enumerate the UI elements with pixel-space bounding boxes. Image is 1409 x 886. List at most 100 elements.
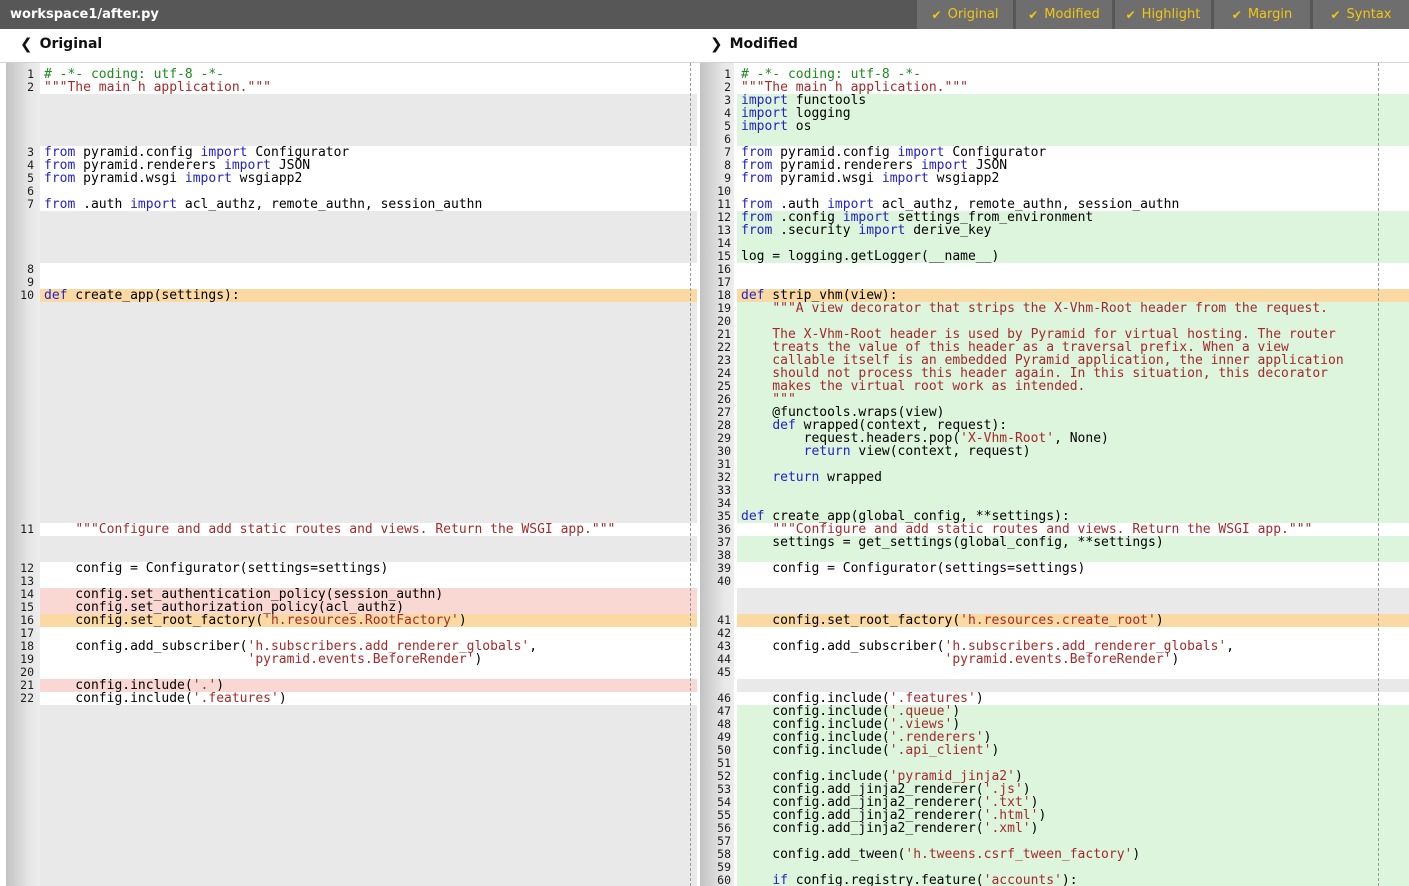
code-text[interactable]: config.add_subscriber('h.subscribers.add… [737,640,1409,653]
code-text[interactable] [40,185,697,198]
code-text[interactable]: config.add_jinja2_renderer('.xml') [737,822,1409,835]
code-text[interactable]: config = Configurator(settings=settings) [40,562,697,575]
code-text[interactable] [737,575,1409,588]
code-text[interactable]: config.add_jinja2_renderer('.html') [737,809,1409,822]
alignment-filler [40,367,697,380]
code-text[interactable]: treats the value of this header as a tra… [737,341,1409,354]
code-text[interactable]: makes the virtual root work as intended. [737,380,1409,393]
code-text[interactable]: def create_app(settings): [40,289,697,302]
code-text[interactable]: should not process this header again. In… [737,367,1409,380]
code-text[interactable]: """ [737,393,1409,406]
code-text[interactable] [40,666,697,679]
code-text[interactable]: """Configure and add static routes and v… [40,523,697,536]
code-text[interactable] [40,263,697,276]
toggle-original-button[interactable]: ✔ Original [917,0,1013,29]
code-text[interactable]: """The main h application.""" [737,81,1409,94]
code-text[interactable]: if config.registry.feature('accounts'): [737,874,1409,886]
toggle-syntax-button[interactable]: ✔ Syntax [1313,0,1409,29]
code-text[interactable]: return wrapped [737,471,1409,484]
code-text[interactable] [737,627,1409,640]
code-text[interactable]: import functools [737,94,1409,107]
code-line: 20 [697,315,1409,328]
code-text[interactable]: config.include('.views') [737,718,1409,731]
code-text[interactable]: def create_app(global_config, **settings… [737,510,1409,523]
code-text[interactable]: config.add_jinja2_renderer('.js') [737,783,1409,796]
code-text[interactable] [737,133,1409,146]
code-text[interactable] [737,549,1409,562]
code-text[interactable]: from pyramid.renderers import JSON [40,159,697,172]
code-text[interactable]: from pyramid.config import Configurator [40,146,697,159]
code-text[interactable] [737,666,1409,679]
code-text[interactable]: config.add_jinja2_renderer('.txt') [737,796,1409,809]
line-number [0,393,40,406]
code-text[interactable]: """A view decorator that strips the X-Vh… [737,302,1409,315]
code-text[interactable]: config.set_authentication_policy(session… [40,588,697,601]
code-text[interactable]: @functools.wraps(view) [737,406,1409,419]
code-text[interactable] [737,237,1409,250]
code-text[interactable]: 'pyramid.events.BeforeRender') [737,653,1409,666]
code-text[interactable]: """Configure and add static routes and v… [737,523,1409,536]
code-text[interactable]: return view(context, request) [737,445,1409,458]
code-text[interactable] [737,757,1409,770]
code-line: 14 [697,237,1409,250]
code-text[interactable]: from .auth import acl_authz, remote_auth… [737,198,1409,211]
code-text[interactable]: from .config import settings_from_enviro… [737,211,1409,224]
code-text[interactable]: import logging [737,107,1409,120]
code-line: 60 if config.registry.feature('accounts'… [697,874,1409,886]
code-text[interactable] [737,497,1409,510]
code-text[interactable]: from pyramid.wsgi import wsgiapp2 [40,172,697,185]
code-text[interactable] [737,835,1409,848]
code-text[interactable]: def wrapped(context, request): [737,419,1409,432]
code-text[interactable] [737,263,1409,276]
code-text[interactable]: config.include('pyramid_jinja2') [737,770,1409,783]
code-text[interactable]: # -*- coding: utf-8 -*- [40,68,697,81]
code-text[interactable] [737,315,1409,328]
filler-row [0,224,697,237]
code-text[interactable] [737,185,1409,198]
alignment-filler [40,796,697,809]
code-text[interactable]: config.include('.api_client') [737,744,1409,757]
code-text[interactable]: settings = get_settings(global_config, *… [737,536,1409,549]
code-text[interactable]: config.set_root_factory('h.resources.cre… [737,614,1409,627]
code-text[interactable]: The X-Vhm-Root header is used by Pyramid… [737,328,1409,341]
code-text[interactable] [737,861,1409,874]
code-text[interactable]: config.include('.queue') [737,705,1409,718]
code-text[interactable] [40,627,697,640]
code-text[interactable]: config.include('.renderers') [737,731,1409,744]
code-text[interactable]: from pyramid.wsgi import wsgiapp2 [737,172,1409,185]
code-text[interactable] [737,484,1409,497]
pane-headers: ❮ Original ❯ Modified [0,29,1409,62]
code-text[interactable]: config = Configurator(settings=settings) [737,562,1409,575]
code-text[interactable] [737,458,1409,471]
code-text[interactable]: def strip_vhm(view): [737,289,1409,302]
toggle-modified-button[interactable]: ✔ Modified [1016,0,1112,29]
code-line: 4from pyramid.renderers import JSON [0,159,697,172]
alignment-filler [40,783,697,796]
code-line: 50 config.include('.api_client') [697,744,1409,757]
code-text[interactable]: import os [737,120,1409,133]
toggle-highlight-button[interactable]: ✔ Highlight [1115,0,1211,29]
code-text[interactable]: from .auth import acl_authz, remote_auth… [40,198,697,211]
code-text[interactable]: config.include('.features') [40,692,697,705]
code-text[interactable]: config.add_tween('h.tweens.csrf_tween_fa… [737,848,1409,861]
code-text[interactable]: config.include('.') [40,679,697,692]
code-text[interactable]: from .security import derive_key [737,224,1409,237]
code-text[interactable]: config.set_authorization_policy(acl_auth… [40,601,697,614]
code-text[interactable]: log = logging.getLogger(__name__) [737,250,1409,263]
code-text[interactable]: config.set_root_factory('h.resources.Roo… [40,614,697,627]
code-text[interactable]: request.headers.pop('X-Vhm-Root', None) [737,432,1409,445]
code-text[interactable]: config.include('.features') [737,692,1409,705]
code-line: 48 config.include('.views') [697,718,1409,731]
code-text[interactable]: from pyramid.config import Configurator [737,146,1409,159]
code-text[interactable] [40,575,697,588]
code-text[interactable]: """The main h application.""" [40,81,697,94]
code-text[interactable]: 'pyramid.events.BeforeRender') [40,653,697,666]
code-text[interactable]: # -*- coding: utf-8 -*- [737,68,1409,81]
code-text[interactable] [737,276,1409,289]
code-text[interactable]: config.add_subscriber('h.subscribers.add… [40,640,697,653]
code-text[interactable]: from pyramid.renderers import JSON [737,159,1409,172]
code-text[interactable] [40,276,697,289]
toggle-margin-button[interactable]: ✔ Margin [1214,0,1310,29]
code-text[interactable]: callable itself is an embedded Pyramid a… [737,354,1409,367]
alignment-filler [40,315,697,328]
